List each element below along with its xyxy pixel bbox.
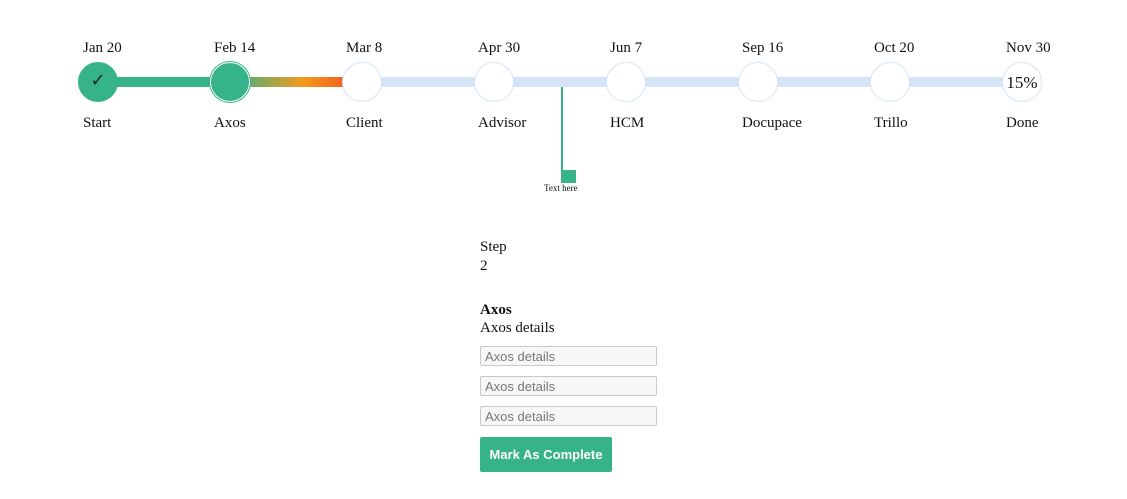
axos-details-input-3[interactable]: [480, 406, 657, 426]
step-node-axos[interactable]: [210, 62, 250, 102]
step-node-done[interactable]: 15%: [1002, 62, 1042, 102]
axos-details-input-2[interactable]: [480, 376, 657, 396]
step-label: Done: [1006, 115, 1039, 131]
timeline-step-axos: Feb 14 Axos: [210, 0, 330, 140]
panel-title: Axos: [480, 302, 512, 318]
timeline-marker-tab[interactable]: [562, 170, 576, 183]
timeline-step-trillo: Oct 20 Trillo: [870, 0, 990, 140]
step-node-hcm[interactable]: [606, 62, 646, 102]
step-label: Client: [346, 115, 383, 131]
progress-timeline: Jan 20 ✓ Start Feb 14 Axos Mar 8 Client …: [0, 0, 1127, 210]
step-label-heading: Step: [480, 239, 507, 255]
timeline-step-advisor: Apr 30 Advisor: [474, 0, 594, 140]
step-date: Sep 16: [742, 40, 784, 56]
step-node-start[interactable]: ✓: [78, 62, 118, 102]
step-label: Docupace: [742, 115, 802, 131]
step-label: Advisor: [478, 115, 527, 131]
timeline-marker-line: [561, 87, 563, 183]
step-label: Trillo: [874, 115, 908, 131]
step-date: Feb 14: [214, 40, 256, 56]
step-date: Apr 30: [478, 40, 521, 56]
timeline-marker-text: Text here: [544, 183, 578, 193]
timeline-step-client: Mar 8 Client: [342, 0, 462, 140]
step-date: Oct 20: [874, 40, 915, 56]
step-node-advisor[interactable]: [474, 62, 514, 102]
timeline-step-start: Jan 20 ✓ Start: [78, 0, 198, 140]
step-node-docupace[interactable]: [738, 62, 778, 102]
step-label: Start: [83, 115, 112, 131]
timeline-step-hcm: Jun 7 HCM: [606, 0, 726, 140]
progress-percent: 15%: [1006, 72, 1038, 92]
step-node-client[interactable]: [342, 62, 382, 102]
step-label: Axos: [214, 115, 246, 131]
check-icon: ✓: [90, 70, 106, 91]
axos-details-input-1[interactable]: [480, 346, 657, 366]
step-date: Jan 20: [83, 40, 122, 56]
step-details-panel: Step 2 Axos Axos details Mark As Complet…: [480, 238, 730, 472]
panel-subtitle: Axos details: [480, 320, 555, 336]
step-node-trillo[interactable]: [870, 62, 910, 102]
step-date: Jun 7: [610, 40, 643, 56]
step-label: HCM: [610, 115, 645, 131]
timeline-step-done: Nov 30 15% Done: [1002, 0, 1122, 140]
step-date: Mar 8: [346, 40, 383, 56]
step-date: Nov 30: [1006, 40, 1051, 56]
timeline-step-docupace: Sep 16 Docupace: [738, 0, 858, 140]
mark-as-complete-button[interactable]: Mark As Complete: [480, 437, 612, 472]
step-number: 2: [480, 258, 488, 274]
